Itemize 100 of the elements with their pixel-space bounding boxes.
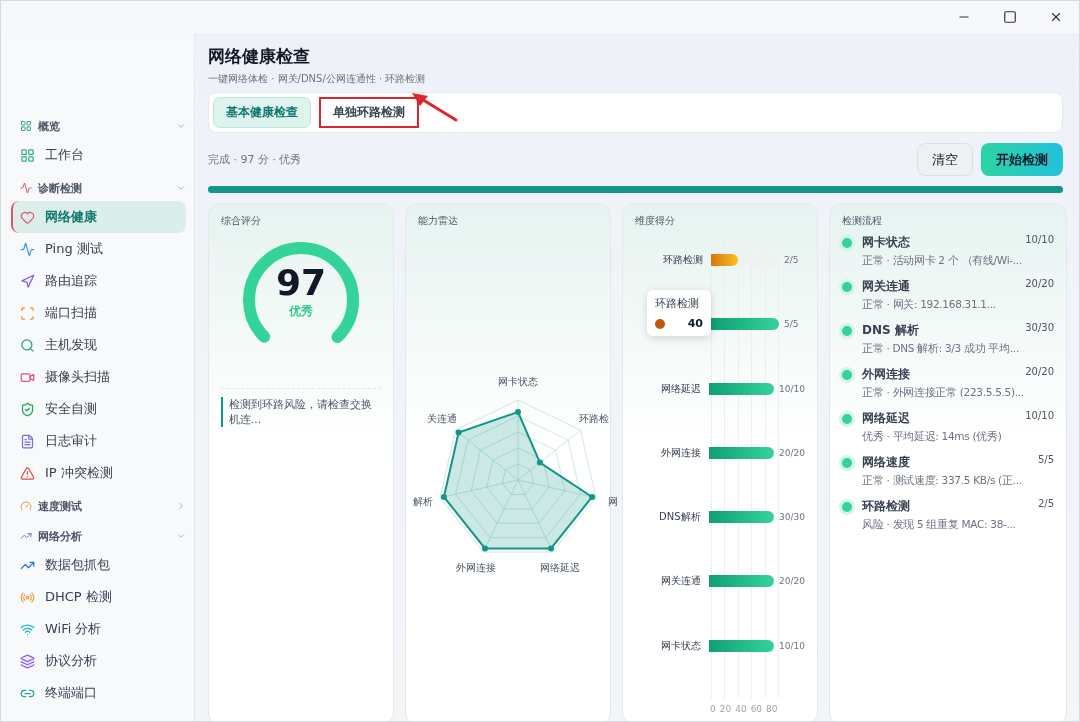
step-dot bbox=[842, 238, 852, 248]
step-detail: 正常 · 活动网卡 2 个 （有线/Wi-... bbox=[862, 254, 1023, 268]
document-icon bbox=[20, 433, 35, 449]
tooltip-title: 环路检测 bbox=[655, 296, 700, 311]
step-dot bbox=[842, 370, 852, 380]
step-detail: 优秀 · 平均延迟: 14ms (优秀) bbox=[862, 430, 1003, 444]
grid-icon bbox=[20, 120, 32, 132]
tab[interactable]: 单独环路检测 bbox=[319, 97, 419, 128]
bar-reading: 20/20 bbox=[779, 575, 805, 588]
radar-point bbox=[515, 409, 521, 415]
warning-icon bbox=[20, 465, 35, 481]
card-title: 能力雷达 bbox=[418, 214, 459, 228]
bar-label: DNS解析 bbox=[658, 511, 702, 524]
sidebar-item[interactable]: 协议分析 bbox=[11, 645, 186, 677]
step-score: 30/30 bbox=[1025, 322, 1054, 335]
step-title: DNS 解析 bbox=[862, 322, 919, 339]
sidebar-item[interactable]: WiFi 分析 bbox=[11, 613, 186, 645]
sidebar-item[interactable]: 主机发现 bbox=[11, 329, 186, 361]
bar-reading: 30/30 bbox=[779, 511, 805, 524]
sidebar-item[interactable]: IP 冲突检测 bbox=[11, 457, 186, 489]
radar-point bbox=[536, 459, 543, 466]
layers-icon bbox=[20, 653, 35, 669]
start-button[interactable]: 开始检测 bbox=[981, 143, 1063, 176]
sidebar-item[interactable]: 工作台 bbox=[11, 139, 186, 171]
axis-tick: 40 bbox=[735, 704, 747, 715]
axis-label: 外网连接 bbox=[455, 560, 496, 575]
axis-tick: 0 bbox=[710, 704, 716, 715]
scan-frame-icon bbox=[20, 305, 35, 321]
sidebar-item[interactable]: 网络健康 bbox=[11, 201, 186, 233]
step-dot bbox=[842, 502, 852, 512]
radar-point bbox=[482, 545, 488, 552]
axis-label: 网卡状态 bbox=[498, 375, 538, 390]
radar-point bbox=[548, 545, 554, 552]
step-dot bbox=[842, 414, 852, 424]
tab[interactable]: 基本健康检查 bbox=[213, 97, 311, 128]
step-score: 10/10 bbox=[1025, 234, 1054, 247]
step-title: 网卡状态 bbox=[862, 234, 910, 251]
chevron-down-icon bbox=[176, 531, 186, 541]
sidebar-item[interactable]: 安全自测 bbox=[11, 393, 186, 425]
radar-point bbox=[455, 429, 462, 436]
score-value: 97 bbox=[275, 262, 327, 303]
status-text: 完成 · 97 分 · 优秀 bbox=[208, 152, 303, 167]
clear-button[interactable]: 清空 bbox=[917, 143, 973, 176]
bar-label: 外网连接 bbox=[659, 446, 702, 459]
pulse-icon bbox=[20, 241, 35, 257]
sidebar-group-header[interactable]: 概览 bbox=[11, 113, 186, 139]
navigation-arrow-icon bbox=[20, 273, 35, 289]
page-subtitle: 一键网络体检 · 网关/DNS/公网连通性 · 环路检测 bbox=[208, 72, 427, 86]
step-score: 20/20 bbox=[1025, 278, 1054, 291]
sidebar-item[interactable]: 日志审计 bbox=[11, 425, 186, 457]
sidebar-group-header[interactable]: 速度测试 bbox=[11, 493, 186, 519]
sidebar-item[interactable]: DHCP 检测 bbox=[11, 581, 186, 613]
sidebar-item[interactable]: 摄像头扫描 bbox=[11, 361, 186, 393]
sidebar-item[interactable]: 数据包抓包 bbox=[11, 549, 186, 581]
sidebar-group-header[interactable]: 网络分析 bbox=[11, 523, 186, 549]
bar-label: 环路检测 bbox=[662, 254, 704, 266]
chevron-right-icon bbox=[176, 501, 186, 511]
sidebar-item[interactable]: 端口扫描 bbox=[11, 297, 186, 329]
step-detail: 正常 · 网关: 192.168.31.1... bbox=[862, 298, 997, 312]
sidebar-group-header[interactable]: 诊断检测 bbox=[11, 175, 186, 201]
bar-label: 网关连通 bbox=[659, 575, 702, 588]
bar-reading: 2/5 bbox=[784, 254, 799, 266]
trend-line-icon bbox=[20, 530, 32, 542]
chevron-down-icon bbox=[176, 121, 186, 131]
axis-tick: 60 bbox=[750, 704, 763, 715]
axis-label: 网 bbox=[608, 494, 619, 509]
step-score: 5/5 bbox=[1037, 454, 1054, 467]
axis-tick: 20 bbox=[719, 704, 732, 715]
heart-icon bbox=[20, 209, 35, 225]
chevron-down-icon bbox=[176, 183, 186, 193]
sidebar-item[interactable]: 路由追踪 bbox=[11, 265, 186, 297]
tooltip-value: 40 bbox=[687, 317, 703, 330]
bar-reading: 5/5 bbox=[784, 318, 799, 331]
card-title: 检测流程 bbox=[842, 214, 883, 228]
axis-label: 解析 bbox=[412, 494, 433, 509]
step-dot bbox=[842, 326, 852, 336]
risk-note: 检测到环路风险，请检查交换机连... bbox=[221, 397, 381, 427]
step-score: 10/10 bbox=[1025, 410, 1054, 423]
axis-label: 环路检 bbox=[579, 412, 610, 427]
close-icon bbox=[1049, 10, 1063, 24]
bar-reading: 20/20 bbox=[779, 446, 805, 459]
wifi-icon bbox=[20, 621, 35, 637]
step-title: 环路检测 bbox=[862, 498, 910, 515]
axis-label: 关连通 bbox=[426, 412, 457, 427]
step-detail: 正常 · 测试速度: 337.5 KB/s (正... bbox=[862, 474, 1023, 488]
sidebar-item[interactable]: 终端端口 bbox=[11, 677, 186, 709]
score-grade: 优秀 bbox=[289, 303, 313, 320]
step-title: 网络延迟 bbox=[862, 410, 910, 427]
bar-reading: 10/10 bbox=[779, 382, 805, 395]
step-detail: 正常 · DNS 解析: 3/3 成功 平均... bbox=[862, 342, 1020, 356]
sidebar-item[interactable]: Ping 测试 bbox=[11, 233, 186, 265]
step-title: 外网连接 bbox=[862, 366, 910, 383]
step-title: 网络速度 bbox=[862, 454, 910, 471]
page-title: 网络健康检查 bbox=[208, 45, 311, 68]
grid-icon bbox=[20, 147, 35, 163]
bar-label: 网络延迟 bbox=[659, 382, 702, 395]
step-detail: 风险 · 发现 5 组重复 MAC: 38-... bbox=[862, 518, 1017, 532]
card-title: 维度得分 bbox=[635, 214, 676, 228]
step-title: 网关连通 bbox=[862, 278, 910, 295]
gauge-icon bbox=[20, 500, 32, 512]
